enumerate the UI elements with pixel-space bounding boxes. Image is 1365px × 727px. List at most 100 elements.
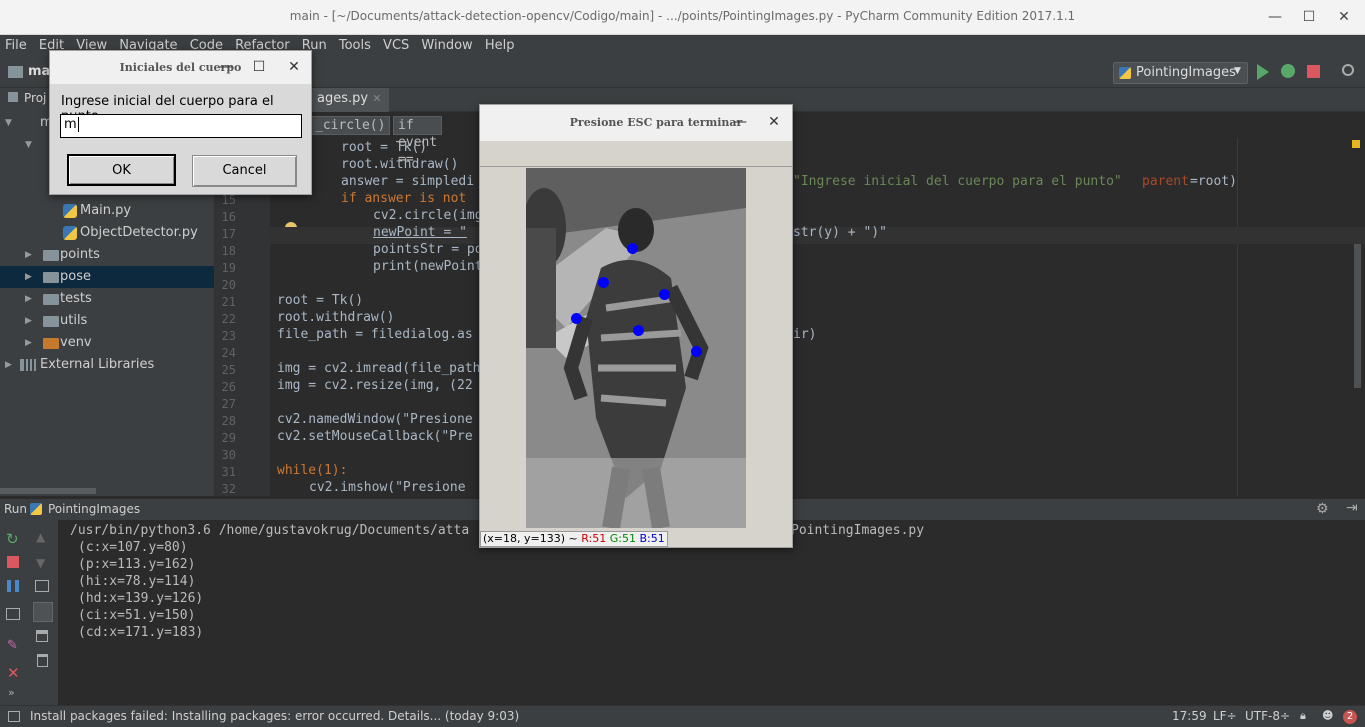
code-line: cv2.namedWindow("Presione	[277, 412, 473, 427]
search-icon[interactable]	[1342, 64, 1354, 76]
line-number: 30	[221, 448, 236, 462]
close-button[interactable]: ✕	[766, 114, 782, 130]
line-number: 17	[221, 227, 236, 241]
tree-item-tests[interactable]: ▶ tests	[0, 288, 214, 310]
down-arrow-icon[interactable]: ▼	[36, 556, 45, 570]
folder-icon	[43, 338, 59, 349]
code-fragment: ir)	[793, 327, 817, 342]
more-icon[interactable]: »	[8, 686, 15, 699]
gear-icon[interactable]: ⚙	[1316, 501, 1329, 517]
file-encoding[interactable]: UTF-8÷	[1245, 709, 1290, 723]
console-line: (c:x=107.y=80)	[78, 540, 188, 555]
folder-icon	[43, 316, 59, 327]
menu-file[interactable]: File	[0, 35, 27, 53]
vertical-scrollbar[interactable]	[1354, 238, 1361, 388]
initials-input[interactable]: m	[60, 114, 302, 138]
crumb-if[interactable]: if event ==	[393, 116, 443, 167]
pixel-coords: (x=18, y=133) ~	[483, 532, 578, 545]
close-button[interactable]: ✕	[1335, 8, 1353, 26]
maximize-button[interactable]: ☐	[1300, 8, 1318, 26]
pixel-info-bar: (x=18, y=133) ~ R:51 G:51 B:51	[480, 531, 668, 547]
debug-icon[interactable]	[1281, 64, 1295, 78]
line-number: 31	[221, 465, 236, 479]
tree-item-utils[interactable]: ▶ utils	[0, 310, 214, 332]
line-separator[interactable]: LF÷	[1213, 709, 1237, 723]
code-line: pointsStr = po	[373, 242, 483, 257]
scroll-to-end-icon[interactable]	[33, 602, 53, 622]
menu-window[interactable]: Window	[416, 35, 472, 53]
line-number: 16	[221, 210, 236, 224]
opencv-titlebar: Presione ESC para terminar — ✕	[480, 105, 792, 141]
console-line: (hi:x=78.y=114)	[78, 574, 196, 589]
initials-dialog: Iniciales del cuerpo — ☐ ✕ Ingrese inici…	[49, 50, 312, 195]
library-icon	[20, 359, 36, 371]
line-number: 26	[221, 380, 236, 394]
run-config-select[interactable]: PointingImages ▼	[1113, 62, 1248, 84]
cancel-button[interactable]: Cancel	[192, 155, 297, 187]
close-button[interactable]: ✕	[286, 59, 302, 75]
warning-marker[interactable]	[1352, 140, 1360, 148]
run-toolbar: ↻ ✎ ✕ » ▲ ▼	[0, 520, 58, 705]
code-line: root.withdraw()	[341, 157, 459, 172]
console-line: (cd:x=171.y=183)	[78, 625, 204, 640]
line-number: 29	[221, 431, 236, 445]
dialog-title: Iniciales del cuerpo	[119, 61, 242, 74]
tree-item-external-libraries[interactable]: ▶ External Libraries	[0, 354, 214, 376]
tree-item-pose[interactable]: ▶ pose	[0, 266, 214, 288]
opencv-window: Presione ESC para terminar — ✕ (x=18, y=…	[479, 104, 793, 548]
up-arrow-icon[interactable]: ▲	[36, 530, 45, 544]
right-margin	[1237, 138, 1238, 496]
code-line: if answer is not	[341, 191, 467, 206]
lock-icon[interactable]: 🔒︎	[1300, 709, 1306, 723]
pixel-red: R:51	[581, 532, 607, 545]
code-param: parent	[1142, 174, 1189, 189]
crumb-function[interactable]: _circle()	[310, 116, 391, 135]
line-number: 22	[221, 312, 236, 326]
stop-icon[interactable]	[7, 556, 19, 568]
trash-icon[interactable]	[37, 654, 48, 667]
tree-item-venv[interactable]: ▶ venv	[0, 332, 214, 354]
status-message[interactable]: Install packages failed: Installing pack…	[30, 709, 519, 723]
point-marker	[627, 243, 638, 254]
menu-tools[interactable]: Tools	[334, 35, 371, 53]
tab-pointingimages[interactable]: ages.py ✕	[309, 88, 390, 112]
pause-icon[interactable]	[7, 580, 19, 592]
run-config-tab[interactable]: PointingImages	[48, 502, 140, 516]
tree-item-main-py[interactable]: Main.py	[0, 200, 214, 222]
cursor-position[interactable]: 17:59	[1172, 709, 1207, 723]
project-tab[interactable]: Proj	[8, 91, 46, 105]
close-icon[interactable]: ✕	[7, 664, 20, 682]
ok-button[interactable]: OK	[67, 154, 176, 186]
code-line: img = cv2.resize(img, (22	[277, 378, 473, 393]
tree-item-points[interactable]: ▶ points	[0, 244, 214, 266]
minimize-button[interactable]: —	[218, 59, 234, 75]
line-number: 28	[221, 414, 236, 428]
point-marker	[571, 313, 582, 324]
tool-windows-icon[interactable]	[8, 711, 20, 722]
horizontal-scrollbar[interactable]	[0, 488, 96, 494]
stop-icon[interactable]	[1307, 65, 1320, 78]
camera-image[interactable]	[526, 168, 746, 528]
rerun-icon[interactable]: ↻	[6, 530, 19, 548]
minimize-button[interactable]: —	[1266, 8, 1284, 26]
console-line: (p:x=113.y=162)	[78, 557, 196, 572]
person-silhouette	[526, 168, 746, 528]
code-line: cv2.setMouseCallback("Pre	[277, 429, 473, 444]
breadcrumb[interactable]: ma	[28, 64, 50, 79]
layout-icon[interactable]	[6, 608, 20, 620]
minimize-button[interactable]: —	[732, 114, 748, 130]
print-icon[interactable]	[36, 630, 48, 642]
run-icon[interactable]	[1257, 64, 1269, 80]
menu-help[interactable]: Help	[480, 35, 515, 53]
tree-item-objectdetector-py[interactable]: ObjectDetector.py	[0, 222, 214, 244]
maximize-button[interactable]: ☐	[251, 59, 267, 75]
hide-panel-icon[interactable]: ⇥	[1346, 500, 1358, 516]
pin-icon[interactable]: ✎	[7, 638, 18, 653]
notification-badge[interactable]: 2	[1343, 710, 1357, 724]
menu-vcs[interactable]: VCS	[378, 35, 409, 53]
code-line: root = Tk()	[277, 293, 364, 308]
inspector-icon[interactable]: ☻	[1322, 709, 1333, 722]
point-marker	[691, 346, 702, 357]
console-command: /usr/bin/python3.6 /home/gustavokrug/Doc…	[70, 523, 470, 538]
soft-wrap-icon[interactable]	[35, 580, 49, 592]
